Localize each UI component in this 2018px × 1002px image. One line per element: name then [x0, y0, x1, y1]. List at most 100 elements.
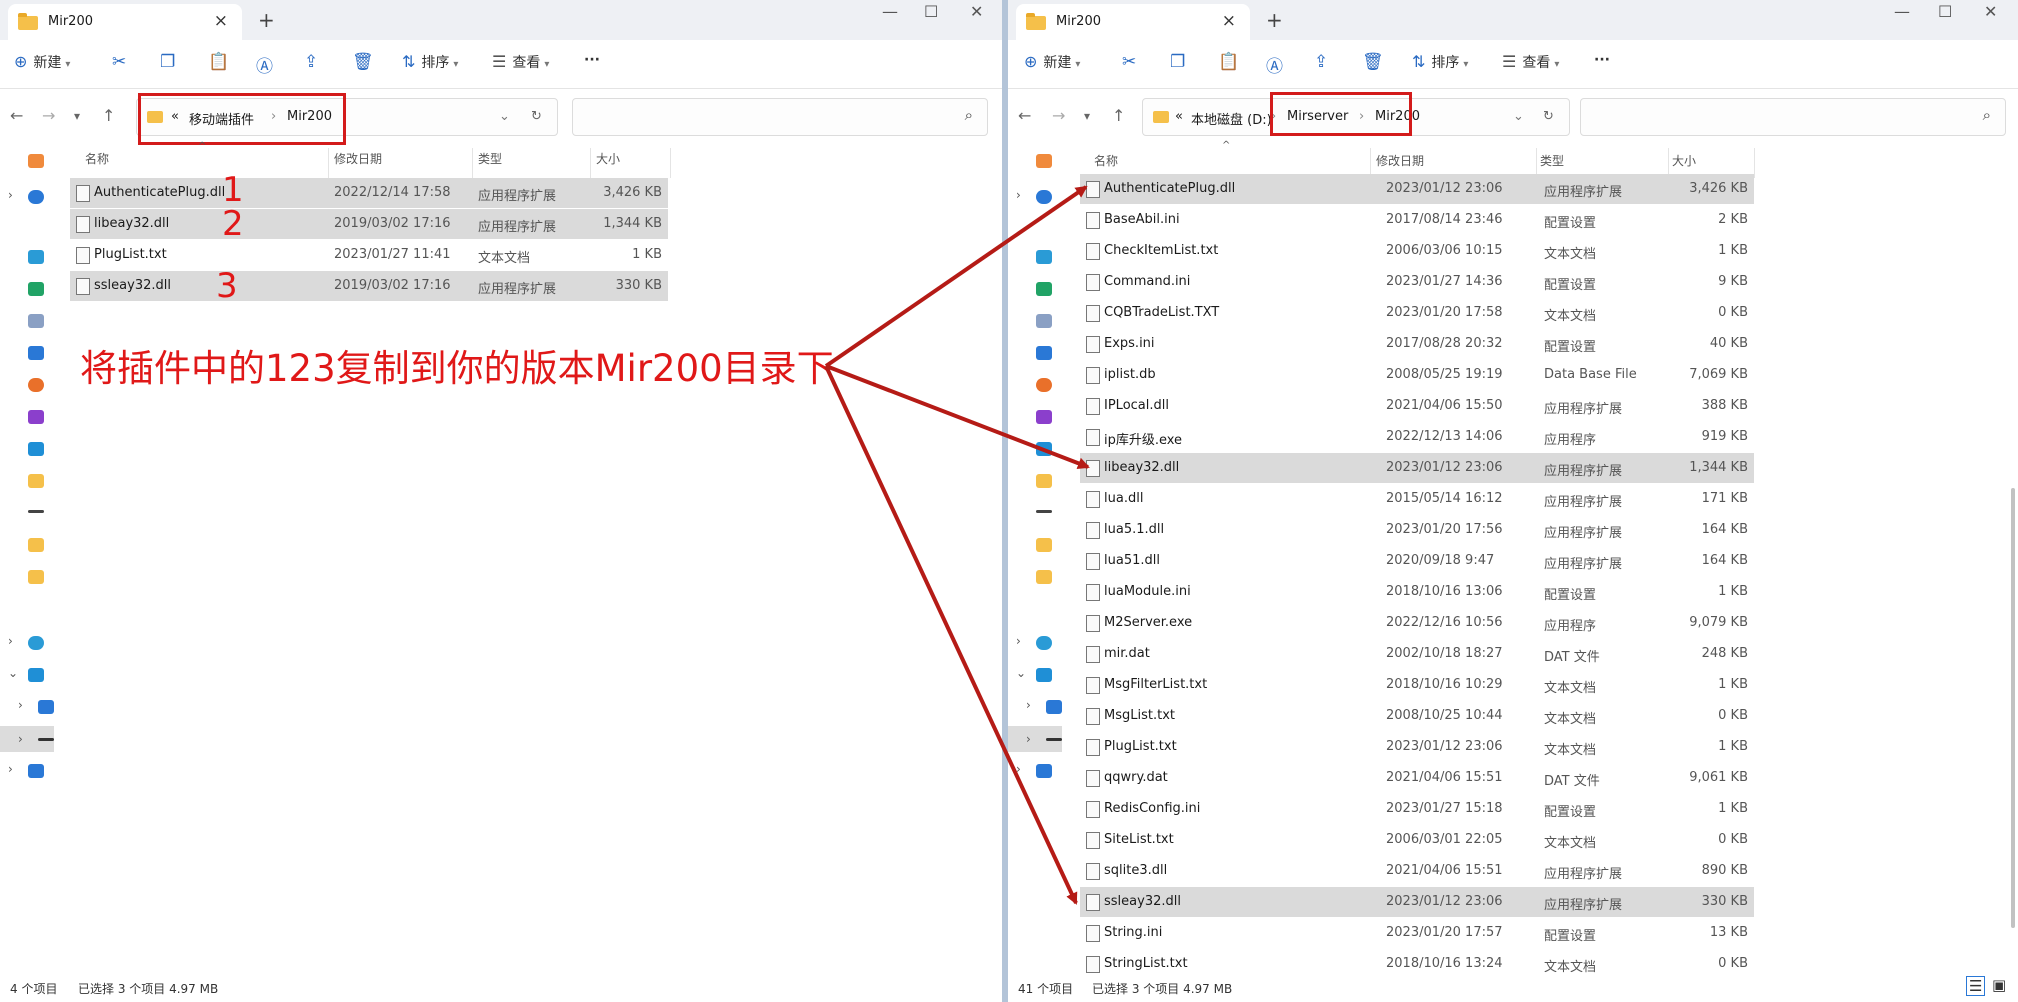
file-row[interactable]: lua51.dll 2020/09/18 9:47 应用程序扩展 164 KB — [1080, 546, 1754, 576]
folder-icon[interactable] — [28, 570, 44, 584]
drive-icon[interactable] — [28, 510, 44, 513]
selected-nav-item[interactable]: › — [0, 726, 54, 752]
downloads-icon[interactable] — [28, 282, 44, 296]
up-arrow-icon[interactable]: ↑ — [1112, 106, 1125, 125]
expand-chevron-icon[interactable]: › — [1016, 188, 1021, 202]
file-row[interactable]: RedisConfig.ini 2023/01/27 15:18 配置设置 1 KB — [1080, 794, 1754, 824]
folder-icon[interactable] — [1036, 538, 1052, 552]
copy-icon[interactable]: ❐ — [1170, 52, 1185, 72]
file-row[interactable]: CQBTradeList.TXT 2023/01/20 17:58 文本文档 0 KB — [1080, 298, 1754, 328]
new-button[interactable]: ⊕ 新建 ▾ — [1024, 52, 1080, 72]
file-row[interactable]: AuthenticatePlug.dll 2023/01/12 23:06 应用程序… — [1080, 174, 1754, 204]
paste-icon[interactable]: 📋 — [1218, 52, 1239, 72]
pc-icon[interactable] — [1036, 442, 1052, 456]
file-row[interactable]: qqwry.dat 2021/04/06 15:51 DAT 文件 9,061 KB — [1080, 763, 1754, 793]
share-icon[interactable]: ⇪ — [304, 52, 318, 72]
recent-locations-icon[interactable]: ▾ — [74, 109, 80, 123]
file-row[interactable]: PlugList.txt 2023/01/27 11:41 文本文档 1 KB — [70, 240, 668, 270]
chevron-down-icon[interactable]: ⌄ — [499, 109, 510, 124]
tiles-view-icon[interactable]: ▣ — [1992, 976, 2006, 994]
copy-icon[interactable]: ❐ — [160, 52, 175, 72]
drive-icon[interactable] — [1046, 700, 1062, 714]
back-arrow-icon[interactable]: ← — [1018, 106, 1031, 125]
expand-chevron-icon[interactable]: › — [18, 732, 23, 746]
music-icon[interactable] — [1036, 378, 1052, 392]
pc-icon[interactable] — [1036, 668, 1052, 682]
column-header-name[interactable]: 名称 — [1094, 152, 1118, 169]
column-divider[interactable] — [590, 148, 591, 178]
more-options-icon[interactable]: ··· — [584, 52, 600, 68]
cloud-icon[interactable] — [1036, 636, 1052, 650]
column-header-type[interactable]: 类型 — [478, 150, 502, 167]
file-row[interactable]: mir.dat 2002/10/18 18:27 DAT 文件 248 KB — [1080, 639, 1754, 669]
file-row[interactable]: String.ini 2023/01/20 17:57 配置设置 13 KB — [1080, 918, 1754, 948]
selected-nav-item[interactable]: › — [1008, 726, 1062, 752]
folder-icon[interactable] — [28, 538, 44, 552]
collapse-chevron-icon[interactable]: ⌄ — [1016, 666, 1026, 680]
documents-icon[interactable] — [1036, 314, 1052, 328]
maximize-button[interactable]: ☐ — [924, 2, 938, 21]
cloud-icon[interactable] — [28, 190, 44, 204]
recent-locations-icon[interactable]: ▾ — [1084, 109, 1090, 123]
videos-icon[interactable] — [1036, 410, 1052, 424]
file-row[interactable]: BaseAbil.ini 2017/08/14 23:46 配置设置 2 KB — [1080, 205, 1754, 235]
column-header-size[interactable]: 大小 — [596, 150, 620, 167]
file-row[interactable]: ssleay32.dll 2023/01/12 23:06 应用程序扩展 330 KB — [1080, 887, 1754, 917]
documents-icon[interactable] — [28, 314, 44, 328]
column-divider[interactable] — [472, 148, 473, 178]
file-row[interactable]: sqlite3.dll 2021/04/06 15:51 应用程序扩展 890 KB — [1080, 856, 1754, 886]
more-options-icon[interactable]: ··· — [1594, 52, 1610, 68]
expand-chevron-icon[interactable]: › — [8, 762, 13, 776]
file-row[interactable]: iplist.db 2008/05/25 19:19 Data Base File 7… — [1080, 360, 1754, 390]
expand-chevron-icon[interactable]: › — [1016, 762, 1021, 776]
minimize-button[interactable]: — — [882, 2, 898, 21]
new-tab-button[interactable]: + — [258, 8, 275, 32]
paste-icon[interactable]: 📋 — [208, 52, 229, 72]
expand-chevron-icon[interactable]: › — [1026, 732, 1031, 746]
forward-arrow-icon[interactable]: → — [1052, 106, 1065, 125]
desktop-icon[interactable] — [28, 250, 44, 264]
folder-icon[interactable] — [1036, 570, 1052, 584]
file-row[interactable]: AuthenticatePlug.dll 2022/12/14 17:58 应用程序… — [70, 178, 668, 208]
file-row[interactable]: ip库升级.exe 2022/12/13 14:06 应用程序 919 KB — [1080, 422, 1754, 452]
minimize-button[interactable]: — — [1894, 2, 1910, 21]
file-row[interactable]: libeay32.dll 2023/01/12 23:06 应用程序扩展 1,344 … — [1080, 453, 1754, 483]
search-input[interactable]: ⌕ — [572, 98, 988, 136]
column-header-date[interactable]: 修改日期 — [1376, 152, 1424, 169]
details-view-icon[interactable]: ☰ — [1966, 976, 1986, 996]
back-arrow-icon[interactable]: ← — [10, 106, 23, 125]
refresh-icon[interactable]: ↻ — [531, 109, 542, 124]
pictures-icon[interactable] — [28, 346, 44, 360]
column-divider[interactable] — [670, 148, 671, 178]
file-row[interactable]: lua5.1.dll 2023/01/20 17:56 应用程序扩展 164 KB — [1080, 515, 1754, 545]
new-tab-button[interactable]: + — [1266, 8, 1283, 32]
folder-icon[interactable] — [28, 474, 44, 488]
view-button[interactable]: ☰ 查看 ▾ — [492, 52, 549, 72]
up-arrow-icon[interactable]: ↑ — [102, 106, 115, 125]
cut-icon[interactable]: ✂ — [1122, 52, 1136, 72]
refresh-icon[interactable]: ↻ — [1543, 109, 1554, 124]
expand-chevron-icon[interactable]: › — [8, 188, 13, 202]
file-row[interactable]: CheckItemList.txt 2006/03/06 10:15 文本文档 1 K… — [1080, 236, 1754, 266]
sort-button[interactable]: ⇅ 排序 ▾ — [402, 52, 458, 72]
column-header-name[interactable]: 名称 — [85, 150, 109, 167]
home-icon[interactable] — [1036, 154, 1052, 168]
pc-icon[interactable] — [28, 668, 44, 682]
close-tab-icon[interactable]: × — [214, 11, 228, 31]
folder-icon[interactable] — [1036, 474, 1052, 488]
column-header-type[interactable]: 类型 — [1540, 152, 1564, 169]
pc-icon[interactable] — [28, 442, 44, 456]
new-button[interactable]: ⊕ 新建 ▾ — [14, 52, 70, 72]
vertical-scrollbar[interactable] — [2008, 148, 2018, 968]
network-icon[interactable] — [28, 764, 44, 778]
close-window-button[interactable]: ✕ — [970, 2, 983, 21]
cut-icon[interactable]: ✂ — [112, 52, 126, 72]
tab-mir200[interactable]: Mir200 × — [1016, 4, 1250, 40]
expand-chevron-icon[interactable]: › — [8, 634, 13, 648]
home-icon[interactable] — [28, 154, 44, 168]
drive-icon[interactable] — [1036, 510, 1052, 513]
expand-chevron-icon[interactable]: › — [1016, 634, 1021, 648]
videos-icon[interactable] — [28, 410, 44, 424]
file-row[interactable]: luaModule.ini 2018/10/16 13:06 配置设置 1 KB — [1080, 577, 1754, 607]
share-icon[interactable]: ⇪ — [1314, 52, 1328, 72]
